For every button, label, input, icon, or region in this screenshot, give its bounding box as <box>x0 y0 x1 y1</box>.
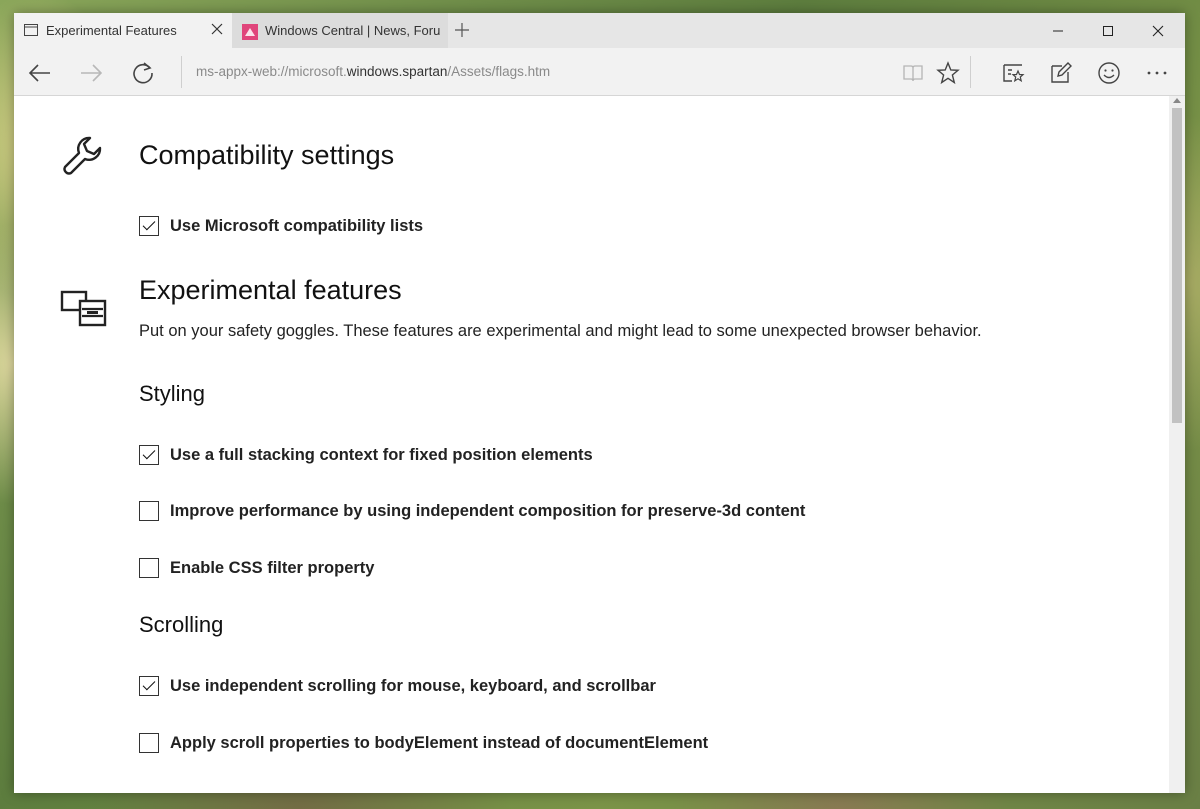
divider <box>970 56 971 88</box>
checkbox[interactable] <box>139 501 159 521</box>
refresh-button[interactable] <box>130 60 156 86</box>
tab-title: Experimental Features <box>46 23 177 38</box>
divider <box>181 56 182 88</box>
address-bar[interactable]: ms-appx-web://microsoft.windows.spartan/… <box>196 64 896 84</box>
url-path: /Assets/flags.htm <box>447 64 551 79</box>
windows-central-favicon <box>242 24 258 43</box>
maximize-button[interactable] <box>1084 13 1132 48</box>
scrolling-heading: Scrolling <box>139 612 224 637</box>
option-css-filter-property[interactable]: Enable CSS filter property <box>139 556 374 580</box>
tab-title: Windows Central | News, Forur <box>265 23 440 38</box>
experimental-features-heading: Experimental features <box>139 275 402 305</box>
web-note-icon[interactable] <box>1048 60 1074 86</box>
minimize-button[interactable] <box>1034 13 1082 48</box>
scrollbar-thumb[interactable] <box>1172 108 1182 423</box>
option-label: Use a full stacking context for fixed po… <box>170 445 593 464</box>
new-tab-icon[interactable] <box>454 22 470 42</box>
page-content: Compatibility settings Use Microsoft com… <box>14 96 1169 793</box>
option-label: Apply scroll properties to bodyElement i… <box>170 733 709 752</box>
forward-button[interactable] <box>78 60 104 86</box>
option-preserve-3d-composition[interactable]: Improve performance by using independent… <box>139 499 805 523</box>
browser-window: Experimental Features Windows Central | … <box>14 13 1185 793</box>
checkbox[interactable] <box>139 216 159 236</box>
close-tab-icon[interactable] <box>210 22 224 39</box>
option-microsoft-compatibility-lists[interactable]: Use Microsoft compatibility lists <box>139 214 423 238</box>
checkbox[interactable] <box>139 676 159 696</box>
checkbox[interactable] <box>139 445 159 465</box>
option-label: Use independent scrolling for mouse, key… <box>170 676 656 695</box>
tab-windows-central[interactable]: Windows Central | News, Forur <box>232 13 448 48</box>
compatibility-settings-heading: Compatibility settings <box>139 140 395 170</box>
option-independent-scrolling[interactable]: Use independent scrolling for mouse, key… <box>139 674 656 698</box>
checkbox[interactable] <box>139 733 159 753</box>
option-full-stacking-context[interactable]: Use a full stacking context for fixed po… <box>139 443 593 467</box>
url-prefix: ms-appx-web://microsoft. <box>196 64 347 79</box>
styling-heading: Styling <box>139 381 206 406</box>
option-label: Use Microsoft compatibility lists <box>170 216 424 235</box>
option-scroll-properties-body-element[interactable]: Apply scroll properties to bodyElement i… <box>139 731 708 755</box>
more-actions-icon[interactable] <box>1144 60 1170 86</box>
close-window-button[interactable] <box>1134 13 1182 48</box>
feedback-smiley-icon[interactable] <box>1096 60 1122 86</box>
hub-icon[interactable] <box>1000 60 1026 86</box>
tab-experimental-features[interactable]: Experimental Features <box>14 13 232 48</box>
option-label: Enable CSS filter property <box>170 558 375 577</box>
back-button[interactable] <box>27 60 53 86</box>
option-label: Improve performance by using independent… <box>170 501 806 520</box>
experimental-features-description: Put on your safety goggles. These featur… <box>139 322 982 340</box>
scroll-up-arrow-icon[interactable] <box>1173 98 1181 103</box>
navigation-bar: ms-appx-web://microsoft.windows.spartan/… <box>14 48 1185 96</box>
page-icon <box>24 24 38 39</box>
experimental-features-icon <box>60 289 108 339</box>
wrench-icon <box>60 133 108 185</box>
checkbox[interactable] <box>139 558 159 578</box>
title-bar: Experimental Features Windows Central | … <box>14 13 1185 48</box>
reading-view-icon[interactable] <box>900 60 926 86</box>
url-host: windows.spartan <box>346 64 448 79</box>
vertical-scrollbar[interactable] <box>1169 96 1185 793</box>
favorite-star-icon[interactable] <box>935 60 961 86</box>
